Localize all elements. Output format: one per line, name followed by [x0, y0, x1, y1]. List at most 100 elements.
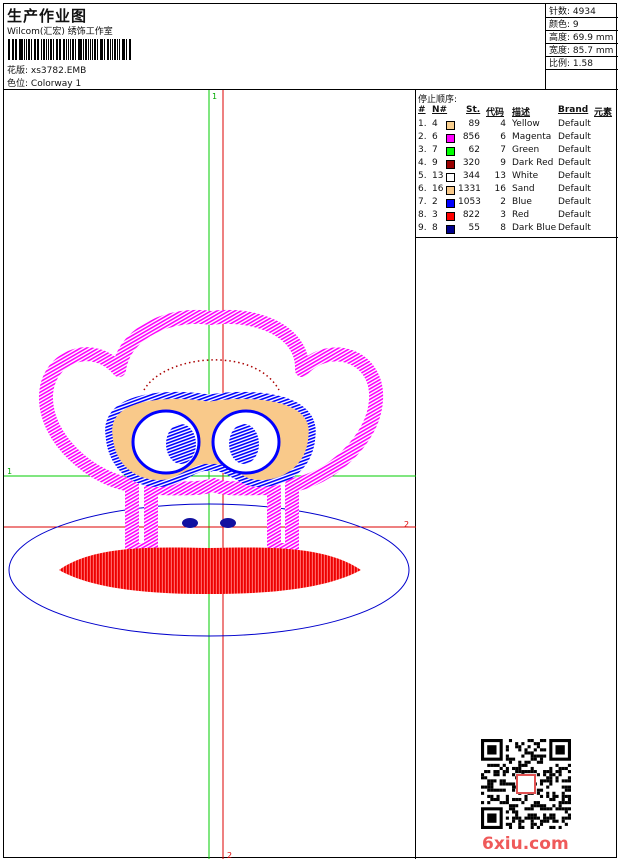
row-description: Magenta — [512, 132, 552, 142]
table-row: 9. 8 55 8 Dark Blue Default — [416, 223, 618, 236]
table-row: 7. 2 1053 2 Blue Default — [416, 197, 618, 210]
left-nostril — [182, 518, 198, 528]
colorway-name: Colorway 1 — [30, 79, 82, 89]
row-brand: Default — [558, 197, 591, 207]
row-needle: 6 — [432, 132, 438, 142]
barcode — [8, 39, 132, 60]
row-stitches: 62 — [468, 145, 480, 155]
row-brand: Default — [558, 210, 591, 220]
color-swatch — [446, 147, 455, 156]
color-swatch — [446, 121, 455, 130]
company-name: Wilcom(汇宏) 绣饰工作室 — [7, 27, 113, 37]
row-needle: 9 — [432, 158, 438, 168]
row-index: 4. — [418, 158, 427, 168]
table-row: 4. 9 320 9 Dark Red Default — [416, 158, 618, 171]
guide-label-left: 1 — [7, 467, 12, 476]
row-brand: Default — [558, 119, 591, 129]
page-title: 生产作业图 — [7, 7, 88, 25]
header-info: 生产作业图 Wilcom(汇宏) 绣饰工作室 花版: xs3782.EMB 色位… — [4, 4, 546, 90]
color-swatch — [446, 199, 455, 208]
row-code: 7 — [500, 145, 506, 155]
row-code: 16 — [494, 184, 506, 194]
table-row: 6. 16 1331 16 Sand Default — [416, 184, 618, 197]
row-index: 6. — [418, 184, 427, 194]
design-preview: 1 1 2 2 — [4, 90, 416, 859]
row-brand: Default — [558, 184, 591, 194]
row-brand: Default — [558, 223, 591, 233]
row-index: 7. — [418, 197, 427, 207]
forehead-arc — [143, 359, 280, 391]
qr-code — [481, 739, 571, 829]
row-needle: 2 — [432, 197, 438, 207]
row-brand: Default — [558, 158, 591, 168]
row-stitches: 822 — [462, 210, 480, 220]
color-swatch — [446, 134, 455, 143]
row-description: Dark Blue — [512, 223, 557, 233]
row-brand: Default — [558, 145, 591, 155]
row-stitches: 1331 — [458, 184, 481, 194]
color-swatch — [446, 225, 455, 234]
row-index: 1. — [418, 119, 427, 129]
colorway-label: 色位: — [7, 79, 29, 89]
row-description: Blue — [512, 197, 532, 207]
color-swatch — [446, 186, 455, 195]
color-table-title: 停止顺序: — [418, 95, 458, 105]
header: 生产作业图 Wilcom(汇宏) 绣饰工作室 花版: xs3782.EMB 色位… — [4, 4, 618, 90]
row-brand: Default — [558, 132, 591, 142]
row-stitches: 320 — [462, 158, 480, 168]
embroidery-design: 1 1 2 2 — [4, 90, 416, 859]
right-nostril — [220, 518, 236, 528]
stat-width: 宽度: 85.7 mm — [549, 46, 614, 56]
stat-scale: 比例: 1.58 — [549, 59, 593, 69]
row-needle: 4 — [432, 119, 438, 129]
design-file-line: 花版: xs3782.EMB — [7, 63, 86, 76]
row-description: Yellow — [512, 119, 540, 129]
table-row: 8. 3 822 3 Red Default — [416, 210, 618, 223]
design-file-label: 花版: — [7, 66, 29, 76]
row-index: 8. — [418, 210, 427, 220]
row-needle: 3 — [432, 210, 438, 220]
row-description: Sand — [512, 184, 535, 194]
row-index: 9. — [418, 223, 427, 233]
design-stats: 针数: 4934 颜色: 9 高度: 69.9 mm 宽度: 85.7 mm 比… — [549, 6, 617, 71]
table-row: 3. 7 62 7 Green Default — [416, 145, 618, 158]
row-stitches: 89 — [468, 119, 480, 129]
row-stitches: 1053 — [458, 197, 481, 207]
color-swatch — [446, 160, 455, 169]
row-needle: 7 — [432, 145, 438, 155]
row-index: 5. — [418, 171, 427, 181]
row-needle: 13 — [432, 171, 444, 181]
color-swatch — [446, 212, 455, 221]
row-code: 13 — [494, 171, 506, 181]
row-stitches: 856 — [462, 132, 480, 142]
watermark: 6xiu.com — [482, 834, 569, 854]
row-stitches: 344 — [462, 171, 480, 181]
right-pupil — [229, 424, 259, 464]
row-description: Green — [512, 145, 540, 155]
table-row: 2. 6 856 6 Magenta Default — [416, 132, 618, 145]
row-stitches: 55 — [468, 223, 480, 233]
row-code: 8 — [500, 223, 506, 233]
row-needle: 16 — [432, 184, 444, 194]
mouth — [59, 547, 361, 594]
color-swatch — [446, 173, 455, 182]
row-description: Dark Red — [512, 158, 554, 168]
design-file-name: xs3782.EMB — [30, 66, 87, 76]
guide-label-bottom: 2 — [227, 851, 232, 859]
guide-label-right: 2 — [404, 520, 409, 529]
worksheet-frame: 生产作业图 Wilcom(汇宏) 绣饰工作室 花版: xs3782.EMB 色位… — [3, 3, 618, 859]
color-table-header: # N# St. 代码 描述 Brand 元素 — [418, 105, 613, 118]
table-row: 1. 4 89 4 Yellow Default — [416, 119, 618, 132]
row-code: 2 — [500, 197, 506, 207]
table-row: 5. 13 344 13 White Default — [416, 171, 618, 184]
stat-stitches: 针数: 4934 — [549, 7, 596, 17]
row-needle: 8 — [432, 223, 438, 233]
row-index: 3. — [418, 145, 427, 155]
guide-label-top: 1 — [212, 92, 217, 101]
stat-height: 高度: 69.9 mm — [549, 33, 614, 43]
row-brand: Default — [558, 171, 591, 181]
row-code: 9 — [500, 158, 506, 168]
left-pupil — [166, 424, 196, 464]
stat-colors: 颜色: 9 — [549, 20, 579, 30]
colorway-line: 色位: Colorway 1 — [7, 76, 81, 89]
